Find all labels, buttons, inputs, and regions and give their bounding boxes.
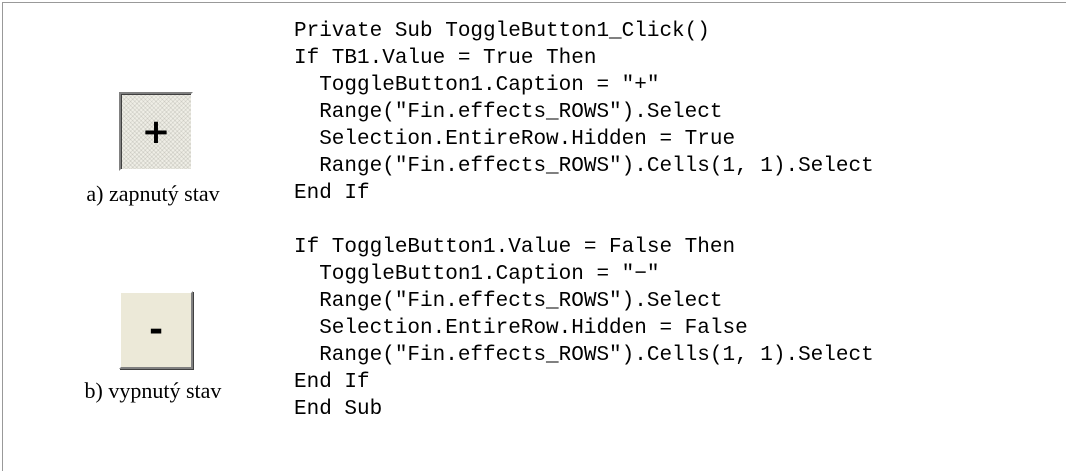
vba-code-listing: Private Sub ToggleButton1_Click() If TB1.…: [294, 18, 874, 423]
code-line: ToggleButton1.Caption = "−": [294, 263, 660, 286]
toggle-button-pressed[interactable]: +: [119, 92, 193, 171]
code-line: End If: [294, 182, 370, 205]
code-line: Range("Fin.effects_ROWS").Cells(1, 1).Se…: [294, 155, 874, 178]
code-line: Selection.EntireRow.Hidden = True: [294, 128, 736, 151]
caption-toggle-off: b) vypnutý stav: [84, 378, 222, 403]
toggle-button-released[interactable]: -: [119, 291, 193, 369]
minus-caption: -: [148, 310, 164, 350]
code-line: If ToggleButton1.Value = False Then: [294, 236, 736, 259]
code-line: Range("Fin.effects_ROWS").Cells(1, 1).Se…: [294, 344, 874, 367]
plus-caption: +: [141, 111, 171, 152]
toggle-examples-panel: + a) zapnutý stav - b) vypnutý stav: [3, 3, 273, 472]
code-line: Range("Fin.effects_ROWS").Select: [294, 101, 723, 124]
code-line: End If: [294, 371, 370, 394]
code-line: Private Sub ToggleButton1_Click(): [294, 20, 710, 43]
code-line: Range("Fin.effects_ROWS").Select: [294, 290, 723, 313]
code-line: End Sub: [294, 398, 383, 421]
code-line: If TB1.Value = True Then: [294, 47, 597, 70]
code-line: ToggleButton1.Caption = "+": [294, 74, 660, 97]
code-line: Selection.EntireRow.Hidden = False: [294, 317, 748, 340]
caption-toggle-on: a) zapnutý stav: [86, 181, 220, 206]
